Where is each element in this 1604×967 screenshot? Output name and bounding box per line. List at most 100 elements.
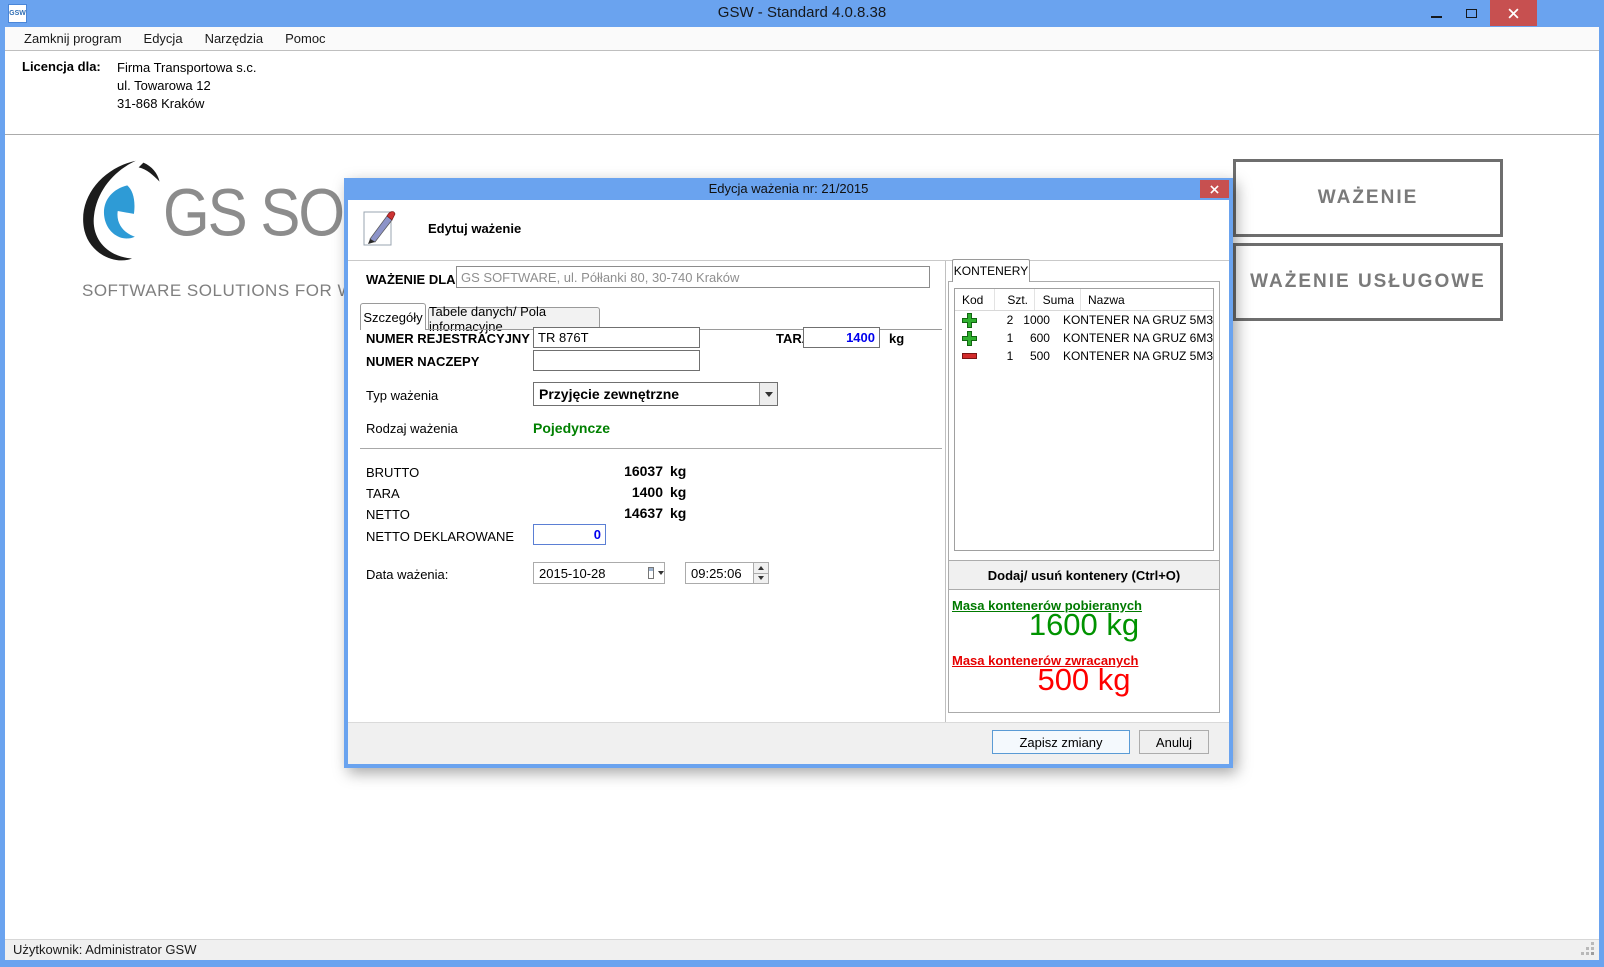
edit-weighing-dialog: Edycja ważenia nr: 21/2015 Edytuj ważeni… <box>344 178 1233 768</box>
chevron-down-icon <box>765 392 773 397</box>
numer-naczepy-label: NUMER NACZEPY <box>366 354 479 369</box>
dialog-header-text: Edytuj ważenie <box>428 221 521 236</box>
row-nazwa: KONTENER NA GRUZ 6M3 <box>1056 329 1213 347</box>
menu-pomoc[interactable]: Pomoc <box>281 29 329 48</box>
brutto-unit: kg <box>670 463 686 479</box>
netto-deklarowane-input[interactable] <box>533 524 606 545</box>
add-remove-containers-button[interactable]: Dodaj/ usuń kontenery (Ctrl+O) <box>948 560 1220 590</box>
netto-label: NETTO <box>366 507 410 522</box>
minimize-icon <box>1431 16 1442 18</box>
license-line-1: Firma Transportowa s.c. <box>117 59 256 77</box>
maximize-icon <box>1466 9 1477 18</box>
calendar-icon <box>648 567 654 579</box>
wazenie-uslugowe-button[interactable]: WAŻENIE USŁUGOWE <box>1233 243 1503 321</box>
numer-rejestracyjny-label: NUMER REJESTRACYJNY <box>366 331 530 346</box>
row-suma: 600 <box>1019 329 1056 347</box>
column-szt[interactable]: Szt. <box>995 289 1035 310</box>
status-user: Użytkownik: Administrator GSW <box>13 942 197 957</box>
date-value: 2015-10-28 <box>534 566 648 581</box>
netto-deklarowane-label: NETTO DEKLAROWANE <box>366 529 514 544</box>
app-window: GSW GSW - Standard 4.0.8.38 Zamknij prog… <box>0 0 1604 967</box>
minus-icon <box>955 347 987 365</box>
row-szt: 1 <box>987 329 1019 347</box>
tab-kontenery[interactable]: KONTENERY <box>952 259 1030 282</box>
numer-naczepy-input[interactable] <box>533 350 700 371</box>
spinner-up-button[interactable] <box>754 563 768 574</box>
rodzaj-wazenia-label: Rodzaj ważenia <box>366 421 458 436</box>
row-nazwa: KONTENER NA GRUZ 5M3 <box>1056 311 1213 329</box>
license-panel: Licencja dla: Firma Transportowa s.c. ul… <box>5 52 1599 135</box>
rodzaj-wazenia-value: Pojedyncze <box>533 420 610 436</box>
section-divider <box>360 448 942 449</box>
spinner-down-button[interactable] <box>754 574 768 584</box>
brutto-value: 16037 <box>533 463 663 479</box>
kontenery-table: Kod Szt. Suma Nazwa 21000KONTENER NA GRU… <box>954 288 1214 551</box>
dialog-close-button[interactable] <box>1200 180 1229 198</box>
tara-input-unit: kg <box>889 331 904 346</box>
time-picker[interactable]: 09:25:06 <box>685 562 769 584</box>
wazenie-dla-label: WAŻENIE DLA <box>366 272 456 287</box>
status-bar: Użytkownik: Administrator GSW <box>5 939 1599 960</box>
dialog-body: Edytuj ważenie WAŻENIE DLA Szczegóły Tab… <box>348 200 1229 764</box>
netto-value: 14637 <box>533 505 663 521</box>
brutto-label: BRUTTO <box>366 465 419 480</box>
close-icon <box>1508 8 1519 19</box>
row-nazwa: KONTENER NA GRUZ 5M3 <box>1056 347 1213 365</box>
column-suma[interactable]: Suma <box>1035 289 1081 310</box>
row-suma: 1000 <box>1019 311 1056 329</box>
header-divider <box>348 260 1229 261</box>
minimize-button[interactable] <box>1421 0 1451 26</box>
menubar: Zamknij program Edycja Narzędzia Pomoc <box>5 27 1599 51</box>
chevron-down-icon <box>658 571 664 575</box>
menu-zamknij-program[interactable]: Zamknij program <box>20 29 126 48</box>
kontenery-table-body: 21000KONTENER NA GRUZ 5M31600KONTENER NA… <box>955 311 1213 365</box>
panel-divider <box>945 261 946 722</box>
dialog-title: Edycja ważenia nr: 21/2015 <box>344 178 1233 200</box>
chevron-up-icon <box>758 566 764 570</box>
numer-rejestracyjny-input[interactable] <box>533 327 700 348</box>
license-lines: Firma Transportowa s.c. ul. Towarowa 12 … <box>117 59 256 113</box>
masa-zwracanych-value: 500 kg <box>948 662 1220 698</box>
calendar-dropdown-button[interactable] <box>648 563 664 583</box>
wazenie-button[interactable]: WAŻENIE <box>1233 159 1503 237</box>
data-wazenia-label: Data ważenia: <box>366 567 448 582</box>
tab-szczegoly[interactable]: Szczegóły <box>360 303 426 330</box>
row-szt: 1 <box>987 347 1019 365</box>
typ-wazenia-dropdown[interactable]: Przyjęcie zewnętrzne <box>533 382 778 406</box>
resize-grip-icon[interactable] <box>1591 952 1594 955</box>
row-suma: 500 <box>1019 347 1056 365</box>
tara-input[interactable] <box>803 327 880 348</box>
column-kod[interactable]: Kod <box>955 289 995 310</box>
window-title: GSW - Standard 4.0.8.38 <box>0 4 1604 21</box>
save-changes-button[interactable]: Zapisz zmiany <box>992 730 1130 754</box>
license-line-3: 31-868 Kraków <box>117 95 256 113</box>
close-button[interactable] <box>1490 0 1537 26</box>
tara-label: TARA <box>366 486 400 501</box>
kontenery-row[interactable]: 1600KONTENER NA GRUZ 6M3 <box>955 329 1213 347</box>
menu-edycja[interactable]: Edycja <box>140 29 187 48</box>
license-line-2: ul. Towarowa 12 <box>117 77 256 95</box>
close-icon <box>1210 185 1219 194</box>
kontenery-row[interactable]: 21000KONTENER NA GRUZ 5M3 <box>955 311 1213 329</box>
maximize-button[interactable] <box>1456 0 1486 26</box>
dropdown-arrow-button[interactable] <box>759 383 777 405</box>
plus-icon <box>955 311 987 329</box>
edit-pencil-icon <box>362 208 400 248</box>
gs-software-logo <box>75 158 170 266</box>
row-szt: 2 <box>987 311 1019 329</box>
plus-icon <box>955 329 987 347</box>
column-nazwa[interactable]: Nazwa <box>1081 289 1213 310</box>
menu-narzedzia[interactable]: Narzędzia <box>201 29 268 48</box>
date-picker[interactable]: 2015-10-28 <box>533 562 665 584</box>
wazenie-dla-input[interactable] <box>456 266 930 288</box>
typ-wazenia-value: Przyjęcie zewnętrzne <box>534 386 759 402</box>
typ-wazenia-label: Typ ważenia <box>366 388 438 403</box>
tara-value: 1400 <box>533 484 663 500</box>
kontenery-row[interactable]: 1500KONTENER NA GRUZ 5M3 <box>955 347 1213 365</box>
titlebar: GSW GSW - Standard 4.0.8.38 <box>0 0 1604 27</box>
cancel-button[interactable]: Anuluj <box>1139 730 1209 754</box>
dialog-footer: Zapisz zmiany Anuluj <box>348 722 1229 764</box>
netto-unit: kg <box>670 505 686 521</box>
chevron-down-icon <box>758 576 764 580</box>
time-spinner[interactable] <box>753 563 768 583</box>
